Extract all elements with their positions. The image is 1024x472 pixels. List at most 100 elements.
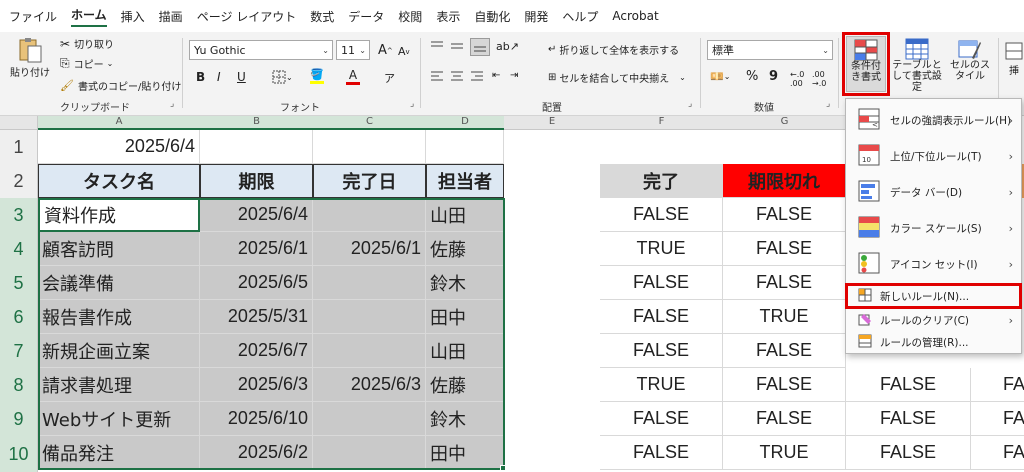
cell-done[interactable]: [313, 300, 426, 334]
phonetic-button[interactable]: ア: [384, 70, 395, 86]
cell-h-value[interactable]: FALSE: [846, 436, 971, 470]
cell-due[interactable]: 2025/5/31: [200, 300, 313, 334]
fill-color-button[interactable]: 🪣: [310, 68, 324, 84]
align-bottom-button[interactable]: [470, 38, 490, 56]
tab-page-layout[interactable]: ページ レイアウト: [197, 8, 297, 25]
cell-owner[interactable]: 佐藤: [426, 368, 504, 402]
cell-owner[interactable]: 鈴木: [426, 402, 504, 436]
menu-item-manage-rules[interactable]: ルールの管理(R)...: [846, 331, 1021, 353]
menu-item-color-scales[interactable]: カラー スケール(S) ›: [846, 211, 1021, 245]
cell-f-value[interactable]: FALSE: [600, 402, 723, 436]
cell-g-value[interactable]: TRUE: [723, 436, 846, 470]
cell-done[interactable]: [313, 436, 426, 470]
increase-indent-button[interactable]: ⇥: [510, 70, 518, 81]
cell-g-value[interactable]: TRUE: [723, 300, 846, 334]
format-as-table-button[interactable]: テーブルとして書式設定: [892, 38, 942, 93]
row-header-10[interactable]: 10: [0, 436, 38, 472]
cell-c1[interactable]: [313, 130, 426, 164]
menu-item-icon-sets[interactable]: アイコン セット(I) ›: [846, 247, 1021, 281]
decrease-indent-button[interactable]: ⇤: [492, 70, 500, 81]
tab-formulas[interactable]: 数式: [310, 8, 334, 25]
merge-center-button[interactable]: ⊞ セルを結合して中央揃え ⌄: [548, 70, 686, 85]
tab-view[interactable]: 表示: [436, 8, 460, 25]
orientation-button[interactable]: ab↗: [496, 40, 519, 53]
column-header-d[interactable]: D: [426, 116, 504, 130]
cell-task-name[interactable]: 報告書作成: [38, 300, 200, 334]
cell-f-value[interactable]: FALSE: [600, 334, 723, 368]
cell-g-value[interactable]: FALSE: [723, 198, 846, 232]
header-assignee[interactable]: 担当者: [426, 164, 504, 198]
cell-g-value[interactable]: FALSE: [723, 402, 846, 436]
cell-owner[interactable]: 山田: [426, 198, 504, 232]
align-middle-button[interactable]: [450, 40, 464, 52]
cell-due[interactable]: 2025/6/5: [200, 266, 313, 300]
row-header-1[interactable]: 1: [0, 130, 38, 164]
format-painter-button[interactable]: 🖌 書式のコピー/貼り付け: [60, 78, 181, 93]
increase-decimal-button[interactable]: ←.0.00: [790, 70, 804, 88]
dialog-launcher-icon[interactable]: ⌟: [688, 99, 692, 109]
tab-review[interactable]: 校閲: [398, 8, 422, 25]
underline-button[interactable]: U: [237, 70, 246, 84]
tab-help[interactable]: ヘルプ: [562, 8, 598, 25]
decrease-decimal-button[interactable]: .00 →.0: [812, 70, 826, 88]
row-header-2[interactable]: 2: [0, 164, 38, 198]
row-header-9[interactable]: 9: [0, 402, 38, 436]
cell-done[interactable]: [313, 334, 426, 368]
cell-owner[interactable]: 佐藤: [426, 232, 504, 266]
column-header-a[interactable]: A: [38, 116, 200, 130]
column-header-c[interactable]: C: [313, 116, 426, 130]
cell-due[interactable]: 2025/6/3: [200, 368, 313, 402]
cell-task-name[interactable]: 備品発注: [38, 436, 200, 470]
header-task-name[interactable]: タスク名: [38, 164, 200, 198]
paste-button[interactable]: 貼り付け: [10, 36, 50, 79]
cell-done[interactable]: [313, 402, 426, 436]
menu-item-data-bars[interactable]: データ バー(D) ›: [846, 175, 1021, 209]
cell-done[interactable]: 2025/6/1: [313, 232, 426, 266]
row-header-3[interactable]: 3: [0, 198, 38, 232]
cell-i-value[interactable]: FA: [971, 402, 1024, 436]
row-header-5[interactable]: 5: [0, 266, 38, 300]
column-header-g[interactable]: G: [723, 116, 846, 130]
cell-a1[interactable]: 2025/6/4: [38, 130, 200, 164]
bold-button[interactable]: B: [196, 70, 205, 84]
wrap-text-button[interactable]: ↵ 折り返して全体を表示する: [548, 42, 679, 57]
tab-draw[interactable]: 描画: [159, 8, 183, 25]
cell-task-name[interactable]: 会議準備: [38, 266, 200, 300]
align-center-button[interactable]: [450, 70, 464, 82]
percent-button[interactable]: %: [746, 69, 758, 84]
cell-styles-button[interactable]: セルのスタイル: [948, 38, 992, 82]
cell-owner[interactable]: 山田: [426, 334, 504, 368]
cell-done[interactable]: [313, 266, 426, 300]
cell-g-value[interactable]: FALSE: [723, 266, 846, 300]
tab-data[interactable]: データ: [348, 8, 384, 25]
cell-done[interactable]: 2025/6/3: [313, 368, 426, 402]
align-right-button[interactable]: [470, 70, 484, 82]
font-color-button[interactable]: A: [346, 68, 360, 85]
select-all-corner[interactable]: [0, 116, 38, 130]
row-header-7[interactable]: 7: [0, 334, 38, 368]
cell-task-name[interactable]: 新規企画立案: [38, 334, 200, 368]
copy-button[interactable]: ⎘ コピー ⌄: [60, 56, 113, 71]
align-left-button[interactable]: [430, 70, 444, 82]
header-overdue-flag[interactable]: 期限切れ: [723, 164, 846, 198]
cell-done[interactable]: [313, 198, 426, 232]
cell-task-name[interactable]: 顧客訪問: [38, 232, 200, 266]
cell-owner[interactable]: 田中: [426, 436, 504, 470]
tab-automate[interactable]: 自動化: [474, 8, 510, 25]
header-completed-date[interactable]: 完了日: [313, 164, 426, 198]
shrink-font-button[interactable]: Av: [398, 45, 410, 58]
tab-insert[interactable]: 挿入: [121, 8, 145, 25]
cell-f-value[interactable]: FALSE: [600, 300, 723, 334]
cell-f-value[interactable]: FALSE: [600, 436, 723, 470]
border-button[interactable]: ⌄: [272, 70, 293, 84]
cell-due[interactable]: 2025/6/10: [200, 402, 313, 436]
cell-g-value[interactable]: FALSE: [723, 334, 846, 368]
cell-f-value[interactable]: TRUE: [600, 232, 723, 266]
header-due-date[interactable]: 期限: [200, 164, 313, 198]
cell-due[interactable]: 2025/6/1: [200, 232, 313, 266]
dialog-launcher-icon[interactable]: ⌟: [170, 99, 174, 109]
font-size-select[interactable]: 11 ⌄: [336, 40, 370, 60]
align-top-button[interactable]: [430, 40, 444, 52]
fill-handle[interactable]: [500, 465, 506, 471]
cell-g-value[interactable]: FALSE: [723, 232, 846, 266]
